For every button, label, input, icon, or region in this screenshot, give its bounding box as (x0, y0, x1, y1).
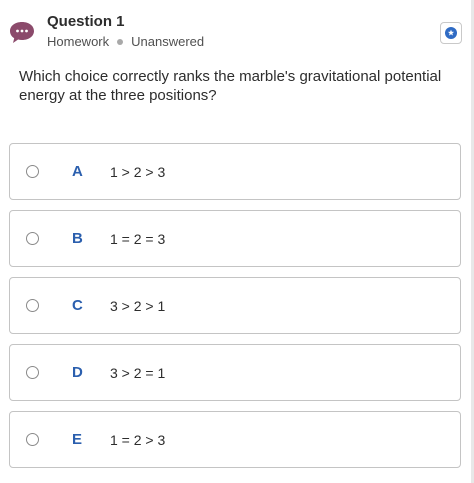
radio-button[interactable] (26, 366, 39, 379)
answer-option-e[interactable]: E 1 = 2 > 3 (9, 411, 461, 468)
option-text: 1 = 2 > 3 (110, 432, 166, 448)
option-letter: A (72, 163, 83, 180)
option-letter: C (72, 297, 83, 314)
answer-options: A 1 > 2 > 3 B 1 = 2 = 3 C 3 > 2 > 1 D 3 … (9, 143, 461, 478)
answer-option-a[interactable]: A 1 > 2 > 3 (9, 143, 461, 200)
radio-button[interactable] (26, 433, 39, 446)
answer-option-c[interactable]: C 3 > 2 > 1 (9, 277, 461, 334)
radio-button[interactable] (26, 299, 39, 312)
option-letter: B (72, 230, 83, 247)
question-meta: Homework Unanswered (47, 34, 204, 49)
bookmark-button[interactable] (440, 22, 462, 44)
option-text: 3 > 2 = 1 (110, 365, 166, 381)
option-text: 1 = 2 = 3 (110, 231, 166, 247)
question-category: Homework (47, 34, 110, 49)
question-status: Unanswered (131, 34, 205, 49)
question-prompt: Which choice correctly ranks the marble'… (19, 68, 442, 104)
option-text: 3 > 2 > 1 (110, 298, 166, 314)
question-header: Question 1 Homework Unanswered (8, 10, 462, 54)
option-letter: E (72, 431, 83, 448)
radio-button[interactable] (26, 232, 39, 245)
star-icon (445, 27, 457, 39)
question-title: Question 1 (47, 13, 125, 30)
answer-option-b[interactable]: B 1 = 2 = 3 (9, 210, 461, 267)
separator-dot (117, 38, 124, 45)
answer-option-d[interactable]: D 3 > 2 = 1 (9, 344, 461, 401)
option-letter: D (72, 364, 83, 381)
radio-button[interactable] (26, 165, 39, 178)
question-page: Question 1 Homework Unanswered Which cho… (0, 0, 474, 483)
option-text: 1 > 2 > 3 (110, 164, 166, 180)
chat-bubble-icon[interactable] (8, 20, 36, 46)
